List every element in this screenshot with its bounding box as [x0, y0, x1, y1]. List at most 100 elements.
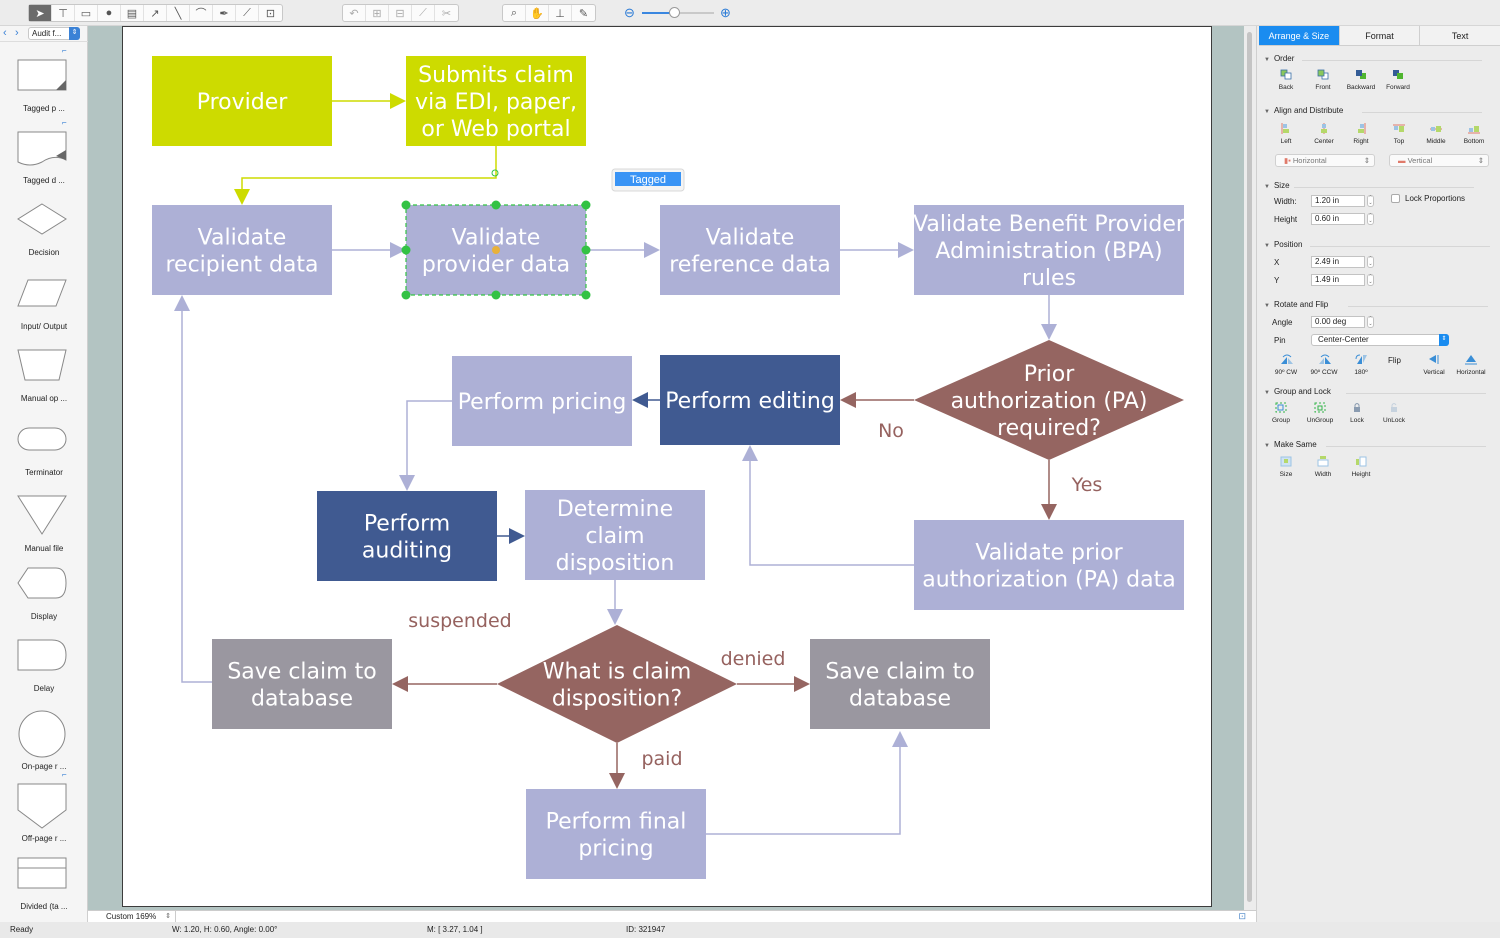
connector-what-disposition-to-save-denied[interactable] [737, 676, 810, 692]
connector-pa-required-to-val-pa[interactable] [1041, 460, 1057, 520]
back-button[interactable]: Back [1266, 69, 1306, 91]
ungroup-button[interactable]: UnGroup [1300, 402, 1340, 424]
connector-what-disposition-to-save-suspended[interactable] [392, 676, 497, 692]
forward-icon[interactable]: › [15, 27, 19, 39]
library-item-terminator[interactable]: Terminator [0, 418, 88, 490]
connector-val-pa-to-perform-editing[interactable] [742, 445, 914, 566]
angle-input[interactable]: 0.00 deg [1311, 316, 1365, 328]
y-stepper[interactable]: ⌃ ⌄ [1367, 274, 1374, 286]
lock-button[interactable]: Lock [1337, 402, 1377, 424]
fit-page-icon[interactable]: ⊡ [1238, 911, 1246, 922]
x-input[interactable]: 2.49 in [1311, 256, 1365, 268]
node-perform-pricing[interactable]: Perform pricing [452, 356, 632, 446]
node-val-provider[interactable]: Validateprovider data [401, 169, 591, 300]
connector-determine-disposition-to-what-disposition[interactable] [607, 580, 623, 625]
align-middle-button[interactable]: Middle [1416, 123, 1456, 145]
zoom-slider[interactable]: ⊖ ⊕ [622, 5, 738, 21]
width-input[interactable]: 1.20 in [1311, 195, 1365, 207]
pen-tool-icon[interactable]: ✒ [213, 5, 236, 21]
tab-text[interactable]: Text [1420, 26, 1500, 45]
library-item-display[interactable]: Display [0, 562, 88, 634]
line-tool-icon[interactable]: ╲ [167, 5, 190, 21]
horizontal-distribute-select[interactable]: ▮▪ Horizontal ⇕ [1275, 154, 1375, 167]
node-pa-required[interactable]: Priorauthorization (PA)required? [914, 340, 1184, 460]
section-position[interactable]: ▼ Position [1264, 240, 1490, 249]
connector-final-pricing-to-save-denied[interactable] [706, 731, 908, 835]
connector-save-suspended-to-val-recipient[interactable] [174, 295, 212, 683]
height-stepper[interactable]: ⌃ ⌄ [1367, 213, 1374, 225]
connector-val-bpa-to-pa-required[interactable] [1041, 295, 1057, 340]
y-input[interactable]: 1.49 in [1311, 274, 1365, 286]
connector-val-provider-to-val-reference[interactable] [586, 242, 660, 258]
connector-provider-to-submits[interactable] [332, 93, 406, 109]
align-left-button[interactable]: Left [1266, 123, 1306, 145]
rectangle-tool-icon[interactable]: ▭ [75, 5, 98, 21]
flip-horizontal-button[interactable]: Horizontal [1451, 354, 1491, 376]
arc-tool-icon[interactable]: ⌒ [190, 5, 213, 21]
section-group-lock[interactable]: ▼ Group and Lock [1264, 387, 1486, 396]
eyedropper-icon[interactable]: ✎ [572, 5, 595, 21]
resize-handle[interactable] [401, 290, 411, 300]
vertical-distribute-select[interactable]: ▬ Vertical ⇕ [1389, 154, 1489, 167]
connector-perform-editing-to-perform-pricing[interactable] [632, 392, 660, 408]
make-same-height-button[interactable]: Height [1341, 456, 1381, 478]
node-perform-auditing[interactable]: Performauditing [317, 491, 497, 581]
rotate-180--button[interactable]: 180º [1341, 354, 1381, 376]
vertical-scrollbar[interactable] [1244, 26, 1256, 910]
node-provider[interactable]: Provider [152, 56, 332, 146]
back-icon[interactable]: ‹ [3, 27, 7, 39]
node-val-recipient[interactable]: Validaterecipient data [152, 205, 332, 295]
connector-val-reference-to-val-bpa[interactable] [840, 242, 914, 258]
section-rotate-flip[interactable]: ▼ Rotate and Flip [1264, 300, 1488, 309]
resize-handle[interactable] [401, 245, 411, 255]
x-stepper[interactable]: ⌃ ⌄ [1367, 256, 1374, 268]
disconnect-icon[interactable]: ✂ [435, 5, 458, 21]
tab-format[interactable]: Format [1339, 26, 1421, 45]
insert-container-icon[interactable]: ⊡ [259, 5, 282, 21]
angle-stepper[interactable]: ⌃ ⌄ [1367, 316, 1374, 328]
note-tool-icon[interactable]: ▤ [121, 5, 144, 21]
pin-select[interactable]: Center-Center ⇕ [1311, 334, 1449, 346]
align-top-button[interactable]: Top [1379, 123, 1419, 145]
make-same-size-button[interactable]: Size [1266, 456, 1306, 478]
library-item-on-page-reference[interactable]: On-page r ... [0, 706, 88, 778]
section-make-same[interactable]: ▼ Make Same [1264, 440, 1486, 449]
bezier-select-icon[interactable]: ⟋ [236, 5, 259, 21]
lock-proportions-checkbox[interactable] [1391, 194, 1400, 203]
resize-handle[interactable] [581, 290, 591, 300]
text-box-tool-icon[interactable]: ⊤ [52, 5, 75, 21]
resize-handle[interactable] [401, 200, 411, 210]
connector-perform-auditing-to-determine-disposition[interactable] [497, 528, 525, 544]
library-item-decision[interactable]: Decision [0, 198, 88, 270]
flip-vertical-button[interactable]: Vertical [1414, 354, 1454, 376]
node-val-bpa[interactable]: Validate Benefit ProviderAdministration … [913, 205, 1186, 295]
tab-arrange-size[interactable]: Arrange & Size [1259, 26, 1340, 45]
library-item-delay[interactable]: Delay [0, 634, 88, 706]
connect-icon[interactable]: ⟋ [412, 5, 435, 21]
zoom-in-icon[interactable]: ⊕ [720, 5, 731, 21]
front-button[interactable]: Front [1303, 69, 1343, 91]
connector-submits-to-val-recipient[interactable] [234, 146, 497, 205]
ellipse-tool-icon[interactable]: ● [98, 5, 121, 21]
align-center-button[interactable]: Center [1304, 123, 1344, 145]
node-save-suspended[interactable]: Save claim todatabase [212, 639, 392, 729]
node-val-pa[interactable]: Validate priorauthorization (PA) data [914, 520, 1184, 610]
resize-handle[interactable] [581, 200, 591, 210]
resize-handle[interactable] [491, 200, 501, 210]
node-determine-disposition[interactable]: Determineclaimdisposition [525, 490, 705, 580]
section-order[interactable]: ▼ Order [1264, 54, 1482, 63]
library-item-manual-operation[interactable]: Manual op ... [0, 344, 88, 416]
align-right-button[interactable]: Right [1341, 123, 1381, 145]
stamp-icon[interactable]: ⊥ [549, 5, 572, 21]
node-submits[interactable]: Submits claimvia EDI, paper,or Web porta… [406, 56, 586, 146]
align-bottom-button[interactable]: Bottom [1454, 123, 1494, 145]
rotate-90-ccw-button[interactable]: 90º CCW [1304, 354, 1344, 376]
zoom-out-icon[interactable]: ⊖ [624, 5, 635, 21]
node-final-pricing[interactable]: Perform finalpricing [526, 789, 706, 879]
backward-button[interactable]: Backward [1341, 69, 1381, 91]
rotate-handle-icon[interactable] [491, 169, 499, 177]
section-size[interactable]: ▼ Size [1264, 181, 1474, 190]
connector-what-disposition-to-final-pricing[interactable] [609, 743, 625, 789]
make-same-width-button[interactable]: Width [1303, 456, 1343, 478]
search-icon[interactable]: ⌕ [503, 5, 526, 21]
